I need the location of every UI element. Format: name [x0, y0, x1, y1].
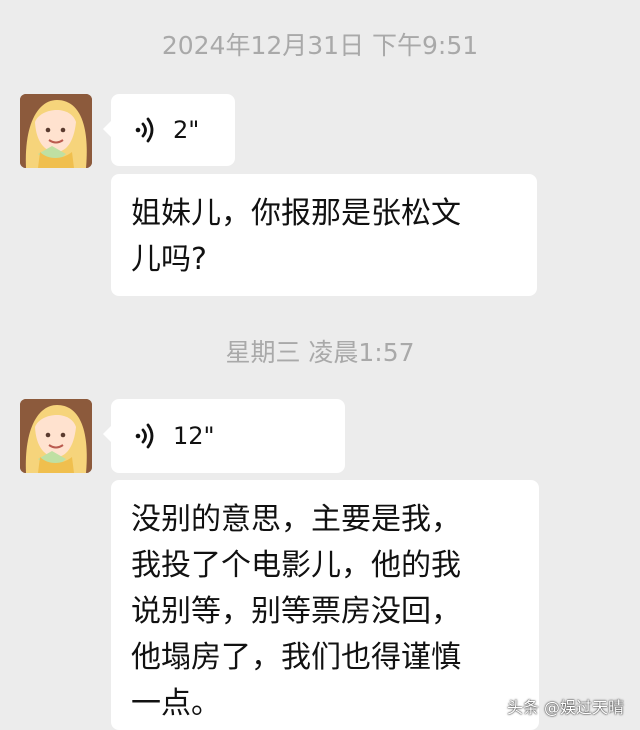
contact-avatar[interactable] [20, 399, 92, 473]
text-message-bubble[interactable]: 姐妹儿，你报那是张松文 儿吗? [111, 174, 537, 296]
voice-wave-icon [135, 423, 154, 449]
voice-duration: 2" [173, 116, 200, 144]
message-timestamp: 2024年12月31日 下午9:51 [161, 31, 479, 60]
voice-message-bubble[interactable]: 2" [103, 94, 235, 166]
voice-wave-icon [135, 117, 154, 143]
watermark: 头条 @娱过天晴 [506, 698, 624, 717]
text-message-bubble[interactable]: 没别的意思，主要是我， 我投了个电影儿，他的我 说别等，别等票房没回， 他塌房了… [111, 480, 539, 730]
voice-duration: 12" [173, 422, 215, 450]
voice-message-bubble[interactable]: 12" [103, 399, 345, 473]
contact-avatar[interactable] [20, 94, 92, 168]
cartoon-girl-avatar-icon [20, 399, 92, 473]
cartoon-girl-avatar-icon [20, 94, 92, 168]
message-timestamp: 星期三 凌晨1:57 [225, 338, 415, 367]
